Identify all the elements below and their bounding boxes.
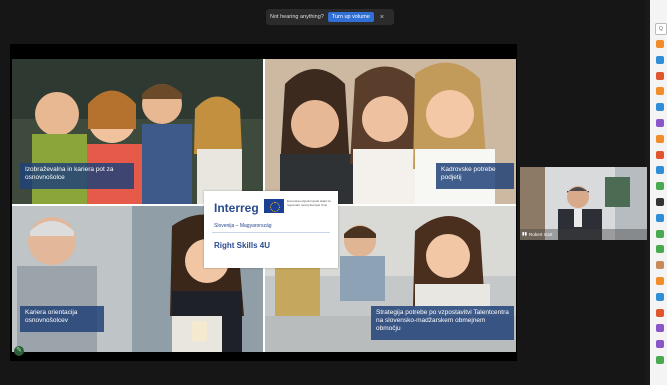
interreg-logo-box: Interreg Evropska unija Evropski sklad z… [204,191,338,268]
participant-avatar[interactable] [656,150,664,159]
participant-avatar[interactable] [656,308,664,317]
participant-avatar[interactable] [656,134,664,143]
participant-avatar[interactable] [656,55,664,64]
tile-students: Izobraževalna in kariera pot za osnovnoš… [12,59,263,204]
participant-avatar[interactable] [656,71,664,80]
participant-avatar[interactable] [656,245,664,254]
logo-divider [212,232,330,233]
eu-flag-icon [264,199,284,213]
participant-avatar[interactable] [656,166,664,175]
participant-avatar[interactable] [656,292,664,301]
signal-icon: ▮▮ [522,231,527,236]
meeting-stage: Not hearing anything? Turn up volume × I… [0,0,647,385]
participant-avatar[interactable] [656,229,664,238]
toast-message: Not hearing anything? [270,14,324,20]
participant-avatar[interactable] [656,277,664,285]
tile-label-career-orientation: Kariera orientacija osnovnošolcev [20,306,104,332]
turn-up-volume-button[interactable]: Turn up volume [327,12,374,22]
tile-women: Kadrovske potrebe podjetij [265,59,516,204]
participant-photo [520,167,647,240]
region-text: Slovenija – Magyarország [214,223,272,229]
participant-avatar[interactable] [656,182,664,191]
volume-toast: Not hearing anything? Turn up volume × [266,9,394,25]
presentation-slide: Izobraževalna in kariera pot za osnovnoš… [12,59,516,352]
participant-avatar[interactable] [656,103,664,112]
interreg-logo: Interreg [214,201,259,215]
funding-text: Evropska unija Evropski sklad za regiona… [287,199,331,207]
participant-name-tag: ▮▮ Robert Gart [522,231,552,237]
screen-share: Izobraževalna in kariera pot za osnovnoš… [10,44,517,361]
participant-avatar[interactable] [656,340,664,349]
participant-avatar[interactable] [656,324,664,333]
participant-name: Robert Gart [528,231,553,237]
tile-label-education-path: Izobraževalna in kariera pot za osnovnoš… [20,163,134,189]
participant-avatar[interactable] [656,198,664,206]
tile-label-strategy: Strategija potrebe po vzpostavitvi Talen… [371,306,514,340]
participant-avatar[interactable] [656,261,664,270]
annotate-pencil-icon[interactable]: ✎ [14,346,24,356]
tile-label-staffing-needs: Kadrovske potrebe podjetij [436,163,514,189]
search-icon[interactable]: Q [655,23,667,35]
participant-avatar[interactable] [656,119,664,127]
participant-avatar[interactable] [656,40,664,48]
participants-sidebar: Q [650,0,667,385]
participant-avatar[interactable] [656,356,664,364]
participant-video[interactable]: ▮▮ Robert Gart [520,167,647,240]
participant-avatar[interactable] [656,213,664,222]
close-icon[interactable]: × [380,14,384,21]
project-name: Right Skills 4U [214,241,271,250]
participant-avatar[interactable] [656,87,664,96]
